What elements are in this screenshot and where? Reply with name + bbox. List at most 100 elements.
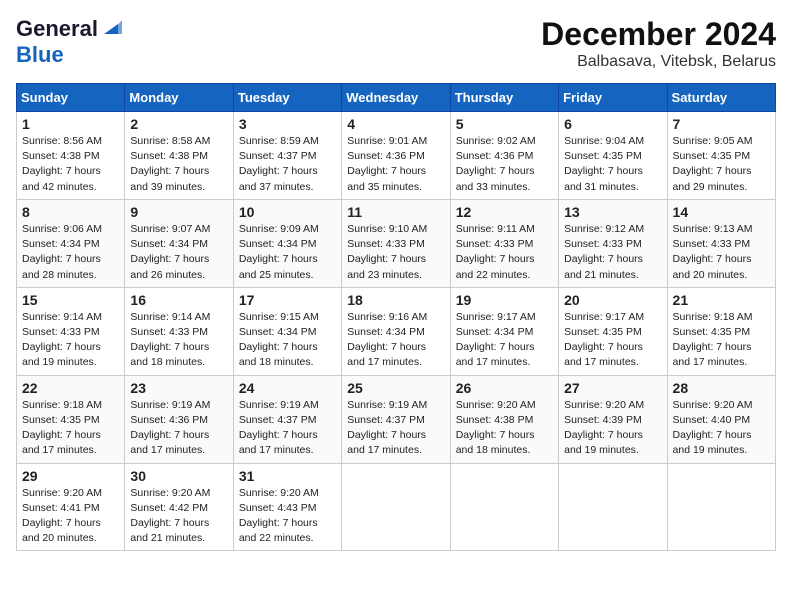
sunrise-label: Sunrise: 9:17 AM	[564, 311, 644, 323]
daylight-label: Daylight: 7 hours and 17 minutes.	[347, 429, 426, 456]
calendar-cell: 5Sunrise: 9:02 AMSunset: 4:36 PMDaylight…	[450, 112, 558, 200]
calendar-cell	[667, 463, 775, 551]
sunrise-label: Sunrise: 8:58 AM	[130, 135, 210, 147]
cell-info: Sunrise: 9:16 AMSunset: 4:34 PMDaylight:…	[347, 310, 444, 371]
sunset-label: Sunset: 4:40 PM	[673, 414, 751, 426]
sunset-label: Sunset: 4:34 PM	[22, 238, 100, 250]
cell-info: Sunrise: 9:07 AMSunset: 4:34 PMDaylight:…	[130, 222, 227, 283]
sunrise-label: Sunrise: 9:11 AM	[456, 223, 535, 235]
daylight-label: Daylight: 7 hours and 37 minutes.	[239, 165, 318, 192]
daylight-label: Daylight: 7 hours and 18 minutes.	[456, 429, 535, 456]
calendar-cell: 30Sunrise: 9:20 AMSunset: 4:42 PMDayligh…	[125, 463, 233, 551]
calendar-cell	[450, 463, 558, 551]
day-number: 1	[22, 116, 119, 132]
sunset-label: Sunset: 4:35 PM	[564, 326, 642, 338]
sunrise-label: Sunrise: 9:05 AM	[673, 135, 753, 147]
day-header-monday: Monday	[125, 84, 233, 112]
calendar-cell: 19 Sunrise: 9:17 AMSunset: 4:34 PMDayligh…	[450, 287, 558, 375]
daylight-label: Daylight: 7 hours and 19 minutes.	[564, 429, 643, 456]
sunset-label: Sunset: 4:35 PM	[564, 150, 642, 162]
calendar-cell: 20Sunrise: 9:17 AMSunset: 4:35 PMDayligh…	[559, 287, 667, 375]
cell-info: Sunrise: 9:17 AM Sunset: 4:35 PM Daylight:…	[564, 310, 661, 371]
cell-info: Sunrise: 8:58 AMSunset: 4:38 PMDaylight:…	[130, 134, 227, 195]
sunrise-label: Sunrise: 9:06 AM	[22, 223, 102, 235]
daylight-label: Daylight: 7 hours and 35 minutes.	[347, 165, 426, 192]
day-number: 6	[564, 116, 661, 132]
calendar-cell: 18Sunrise: 9:16 AMSunset: 4:34 PMDayligh…	[342, 287, 450, 375]
sunrise-label: Sunrise: 9:14 AM	[22, 311, 102, 323]
cell-info: Sunrise: 9:04 AMSunset: 4:35 PMDaylight:…	[564, 134, 661, 195]
sunset-label: Sunset: 4:33 PM	[673, 238, 751, 250]
daylight-label: Daylight: 7 hours and 22 minutes.	[456, 253, 535, 280]
day-number: 3	[239, 116, 336, 132]
day-number: 4	[347, 116, 444, 132]
calendar-cell: 16Sunrise: 9:14 AMSunset: 4:33 PMDayligh…	[125, 287, 233, 375]
calendar-cell: 25Sunrise: 9:19 AMSunset: 4:37 PMDayligh…	[342, 375, 450, 463]
page-subtitle: Balbasava, Vitebsk, Belarus	[541, 53, 776, 71]
calendar-cell: 4Sunrise: 9:01 AMSunset: 4:36 PMDaylight…	[342, 112, 450, 200]
sunrise-label: Sunrise: 9:20 AM	[22, 487, 102, 499]
sunset-label: Sunset: 4:33 PM	[22, 326, 100, 338]
day-number: 25	[347, 380, 444, 396]
calendar-cell: 2 Sunrise: 8:58 AMSunset: 4:38 PMDaylight…	[125, 112, 233, 200]
day-header-saturday: Saturday	[667, 84, 775, 112]
day-number: 28	[673, 380, 770, 396]
day-number: 21	[673, 292, 770, 308]
calendar-cell: 28 Sunrise: 9:20 AMSunset: 4:40 PMDayligh…	[667, 375, 775, 463]
calendar-week-row: 8Sunrise: 9:06 AMSunset: 4:34 PMDaylight…	[17, 199, 776, 287]
sunrise-label: Sunrise: 8:59 AM	[239, 135, 319, 147]
day-number: 24	[239, 380, 336, 396]
calendar-cell	[559, 463, 667, 551]
sunset-label: Sunset: 4:37 PM	[239, 150, 317, 162]
sunrise-label: Sunrise: 9:19 AM	[347, 399, 427, 411]
day-header-sunday: Sunday	[17, 84, 125, 112]
daylight-label: Daylight: 7 hours and 19 minutes.	[22, 341, 101, 368]
cell-info: Sunrise: 9:20 AMSunset: 4:39 PMDaylight:…	[564, 398, 661, 459]
daylight-label: Daylight: 7 hours and 17 minutes.	[130, 429, 209, 456]
logo-arrow-icon	[100, 16, 122, 38]
day-number: 19	[456, 292, 553, 308]
day-header-friday: Friday	[559, 84, 667, 112]
sunrise-label: Sunrise: 9:09 AM	[239, 223, 319, 235]
day-number: 27	[564, 380, 661, 396]
sunset-label: Sunset: 4:38 PM	[22, 150, 100, 162]
cell-info: Sunrise: 9:17 AMSunset: 4:34 PMDaylight:…	[456, 310, 553, 371]
sunset-label: Sunset: 4:34 PM	[239, 238, 317, 250]
daylight-label: Daylight: 7 hours and 18 minutes.	[239, 341, 318, 368]
calendar-cell: 23Sunrise: 9:19 AMSunset: 4:36 PMDayligh…	[125, 375, 233, 463]
daylight-label: Daylight: 7 hours and 25 minutes.	[239, 253, 318, 280]
cell-info: Sunrise: 9:15 AMSunset: 4:34 PMDaylight:…	[239, 310, 336, 371]
calendar-cell	[342, 463, 450, 551]
cell-info: Sunrise: 9:02 AMSunset: 4:36 PMDaylight:…	[456, 134, 553, 195]
calendar-cell: 31Sunrise: 9:20 AMSunset: 4:43 PMDayligh…	[233, 463, 341, 551]
day-number: 29	[22, 468, 119, 484]
calendar-cell: 26Sunrise: 9:20 AMSunset: 4:38 PMDayligh…	[450, 375, 558, 463]
page-header: General Blue December 2024 Balbasava, Vi…	[16, 16, 776, 71]
calendar-cell: 24 Sunrise: 9:19 AM Sunset: 4:37 PM Dayligh…	[233, 375, 341, 463]
day-number: 26	[456, 380, 553, 396]
cell-info: Sunrise: 8:59 AM Sunset: 4:37 PM Daylight:…	[239, 134, 336, 195]
sunset-label: Sunset: 4:35 PM	[673, 326, 751, 338]
cell-info: Sunrise: 9:20 AMSunset: 4:40 PMDaylight:…	[673, 398, 770, 459]
sunrise-label: Sunrise: 9:19 AM	[239, 399, 319, 411]
daylight-label: Daylight: 7 hours and 26 minutes.	[130, 253, 209, 280]
day-header-thursday: Thursday	[450, 84, 558, 112]
day-header-wednesday: Wednesday	[342, 84, 450, 112]
day-number: 10	[239, 204, 336, 220]
calendar-cell: 8Sunrise: 9:06 AMSunset: 4:34 PMDaylight…	[17, 199, 125, 287]
cell-info: Sunrise: 9:20 AMSunset: 4:42 PMDaylight:…	[130, 486, 227, 547]
day-number: 16	[130, 292, 227, 308]
sunrise-label: Sunrise: 9:10 AM	[347, 223, 427, 235]
sunrise-label: Sunrise: 9:16 AM	[347, 311, 427, 323]
day-number: 12	[456, 204, 553, 220]
day-number: 2	[130, 116, 227, 132]
sunset-label: Sunset: 4:37 PM	[239, 414, 317, 426]
calendar-cell: 17Sunrise: 9:15 AMSunset: 4:34 PMDayligh…	[233, 287, 341, 375]
title-block: December 2024 Balbasava, Vitebsk, Belaru…	[541, 16, 776, 71]
daylight-label: Daylight: 7 hours and 17 minutes.	[239, 429, 318, 456]
sunset-label: Sunset: 4:42 PM	[130, 502, 208, 514]
day-number: 9	[130, 204, 227, 220]
day-number: 7	[673, 116, 770, 132]
daylight-label: Daylight: 7 hours and 17 minutes.	[564, 341, 643, 368]
calendar-cell: 6 Sunrise: 9:04 AMSunset: 4:35 PMDaylight…	[559, 112, 667, 200]
